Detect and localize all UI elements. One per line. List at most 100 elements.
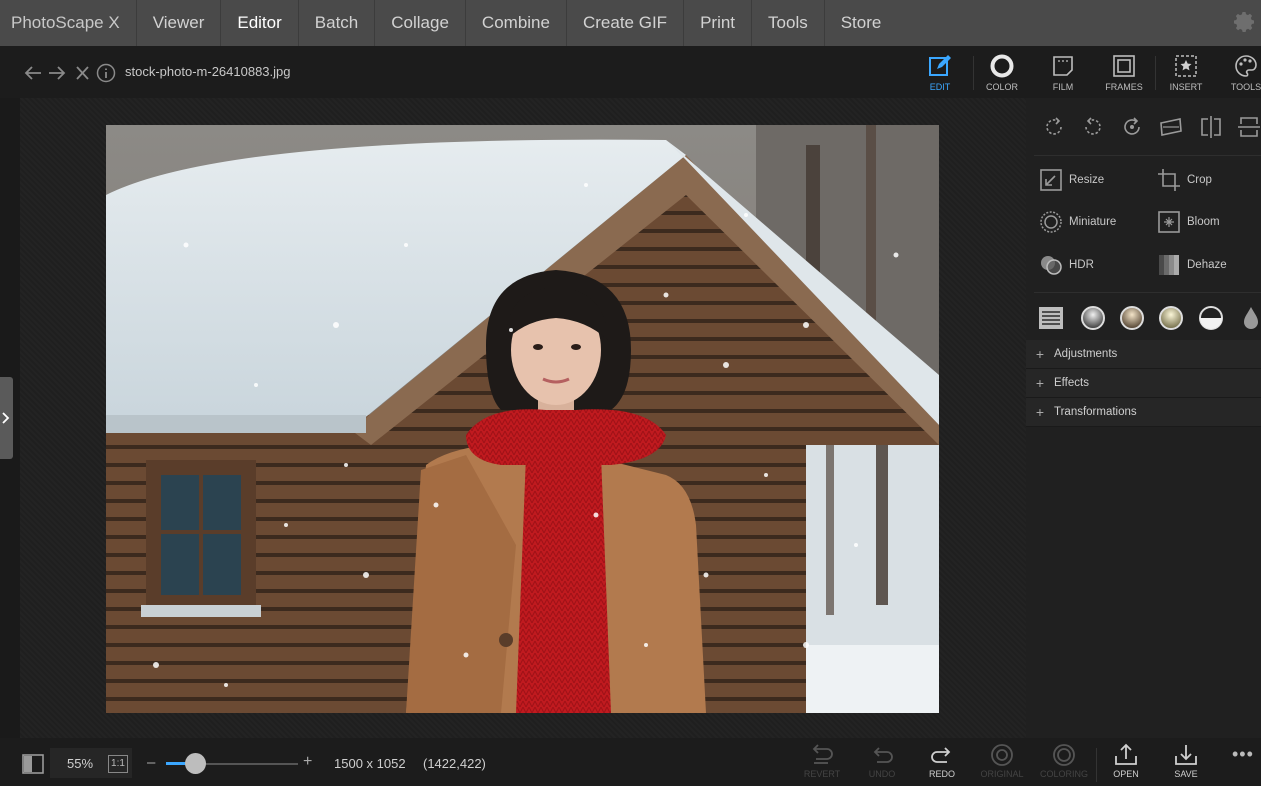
zoom-value[interactable]: 55% — [67, 756, 93, 771]
miniature-icon — [1040, 211, 1062, 233]
expand-icon: + — [1035, 346, 1045, 362]
original-label: ORIGINAL — [980, 769, 1024, 779]
open-label: OPEN — [1113, 769, 1139, 779]
coloring-label: COLORING — [1039, 769, 1088, 779]
resize-button[interactable]: Resize — [1039, 167, 1104, 193]
tone-warm-icon[interactable] — [1119, 305, 1145, 331]
sidebar-toggle[interactable] — [0, 377, 13, 459]
coloring-icon — [1053, 744, 1075, 766]
revert-icon — [812, 744, 833, 764]
menu-viewer[interactable]: Viewer — [137, 0, 222, 46]
gear-icon[interactable] — [1233, 10, 1257, 34]
tab-divider — [1155, 56, 1156, 90]
compare-panel-icon[interactable] — [21, 752, 45, 776]
expand-icon: + — [1035, 375, 1045, 391]
menu-tools[interactable]: Tools — [752, 0, 825, 46]
tab-color[interactable]: COLOR — [974, 50, 1030, 96]
menu-create-gif[interactable]: Create GIF — [567, 0, 685, 46]
edit-icon — [929, 55, 951, 76]
forward-arrow-icon[interactable] — [46, 63, 68, 83]
actual-size-button[interactable]: 1:1 — [108, 755, 128, 773]
flip-horizontal-icon[interactable] — [1198, 114, 1224, 140]
zoom-in-button[interactable]: + — [303, 753, 312, 771]
zoom-slider-knob[interactable] — [184, 753, 206, 774]
crop-button[interactable]: Crop — [1157, 167, 1212, 193]
menu-collage[interactable]: Collage — [375, 0, 466, 46]
back-arrow-icon[interactable] — [22, 63, 44, 83]
tab-tools[interactable]: TOOLS — [1218, 50, 1261, 96]
levels-icon[interactable] — [1038, 305, 1064, 331]
resize-label: Resize — [1069, 174, 1105, 186]
resize-icon — [1040, 169, 1062, 191]
undo-icon — [873, 747, 893, 763]
panel-divider — [1034, 155, 1261, 156]
bloom-button[interactable]: Bloom — [1157, 209, 1220, 235]
section-effects[interactable]: + Effects — [1026, 369, 1261, 398]
revert-button[interactable]: REVERT — [796, 743, 848, 785]
crop-label: Crop — [1187, 174, 1212, 186]
menu-combine[interactable]: Combine — [466, 0, 567, 46]
more-icon[interactable]: ••• — [1232, 744, 1254, 765]
close-icon[interactable] — [72, 63, 94, 83]
original-icon — [991, 744, 1013, 766]
download-icon — [1175, 745, 1197, 765]
tab-edit[interactable]: EDIT — [912, 50, 968, 96]
tab-film-label: FILM — [1052, 82, 1074, 92]
tab-insert[interactable]: INSERT — [1158, 50, 1214, 96]
panel-divider — [1034, 292, 1261, 293]
redo-button[interactable]: REDO — [916, 743, 968, 785]
menu-store[interactable]: Store — [825, 0, 898, 46]
hdr-icon — [1041, 256, 1062, 275]
tab-color-label: COLOR — [985, 82, 1018, 92]
miniature-button[interactable]: Miniature — [1039, 209, 1116, 235]
file-name: stock-photo-m-26410883.jpg — [125, 64, 291, 79]
color-ring-icon — [990, 54, 1014, 78]
dehaze-button[interactable]: Dehaze — [1157, 252, 1227, 278]
zoom-out-button[interactable]: – — [147, 754, 155, 771]
section-adjustments-label: Adjustments — [1054, 348, 1118, 360]
film-icon — [1053, 56, 1073, 76]
redo-label: REDO — [928, 769, 955, 779]
tab-film[interactable]: FILM — [1035, 50, 1091, 96]
tone-gray-icon[interactable] — [1080, 305, 1106, 331]
bloom-label: Bloom — [1187, 216, 1220, 228]
open-button[interactable]: OPEN — [1100, 743, 1152, 785]
undo-button[interactable]: UNDO — [856, 743, 908, 785]
rotate-left-icon[interactable] — [1080, 114, 1106, 140]
drop-icon[interactable] — [1238, 305, 1261, 331]
menu-print[interactable]: Print — [684, 0, 753, 46]
coloring-button[interactable]: COLORING — [1038, 743, 1090, 785]
straighten-icon[interactable] — [1158, 114, 1184, 140]
bloom-icon — [1158, 211, 1180, 233]
save-button[interactable]: SAVE — [1160, 743, 1212, 785]
revert-label: REVERT — [803, 769, 841, 779]
miniature-label: Miniature — [1069, 216, 1117, 228]
rotate-right-icon[interactable] — [1041, 114, 1067, 140]
chevron-right-icon — [2, 412, 10, 424]
tone-yellow-icon[interactable] — [1158, 305, 1184, 331]
save-label: SAVE — [1174, 769, 1198, 779]
palette-icon — [1235, 55, 1257, 77]
tab-edit-label: EDIT — [929, 82, 951, 92]
tab-frames-label: FRAMES — [1105, 82, 1143, 92]
hdr-button[interactable]: HDR — [1039, 252, 1094, 278]
tab-insert-label: INSERT — [1169, 82, 1203, 92]
tab-tools-label: TOOLS — [1230, 82, 1261, 92]
tone-half-icon[interactable] — [1198, 305, 1224, 331]
section-adjustments[interactable]: + Adjustments — [1026, 340, 1261, 369]
button-divider — [1096, 748, 1097, 782]
section-effects-label: Effects — [1054, 377, 1089, 389]
original-button[interactable]: ORIGINAL — [976, 743, 1028, 785]
rotate-free-icon[interactable] — [1119, 114, 1145, 140]
tab-frames[interactable]: FRAMES — [1096, 50, 1152, 96]
photo-illustration — [106, 125, 939, 713]
menu-editor[interactable]: Editor — [221, 0, 299, 46]
top-menu-bar: PhotoScape X Viewer Editor Batch Collage… — [0, 0, 1261, 46]
info-icon[interactable] — [95, 63, 117, 83]
dehaze-icon — [1159, 255, 1179, 275]
flip-vertical-icon[interactable] — [1236, 114, 1261, 140]
menu-batch[interactable]: Batch — [299, 0, 376, 46]
frames-icon — [1113, 55, 1135, 77]
upload-icon — [1115, 743, 1137, 765]
section-transformations[interactable]: + Transformations — [1026, 398, 1261, 427]
